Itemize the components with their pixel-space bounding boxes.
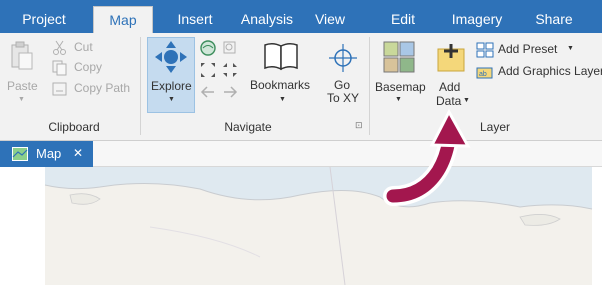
next-extent-button[interactable] [221,83,239,101]
dialog-launcher-icon[interactable]: ⊡ [355,120,363,131]
chevron-down-icon: ▼ [279,96,286,103]
bookmarks-button[interactable]: Bookmarks ▼ [246,39,316,111]
add-data-label-line1: Add [439,80,461,94]
go-to-xy-button[interactable]: Go To XY [320,39,366,111]
tab-project[interactable]: Project [13,6,75,33]
bookmarks-label: Bookmarks [250,78,311,92]
ribbon-tab-bar: Project Map Insert Analysis View Edit Im… [0,0,602,33]
ribbon-panel: Paste ▼ Cut Copy Copy Path Clipboard Exp… [0,33,602,141]
paste-button[interactable]: Paste ▼ [4,39,42,111]
arrow-right-icon [224,86,238,98]
close-icon[interactable]: ✕ [73,146,83,160]
zoom-to-layer-icon [223,41,236,54]
chevron-down-icon: ▼ [463,97,470,104]
navigate-group-label: Navigate [224,120,272,134]
zoom-out-arrows-icon [223,63,237,77]
chevron-down-icon: ▼ [168,96,175,103]
copy-label: Copy [74,60,103,74]
copy-path-button[interactable]: Copy Path [50,80,130,98]
basemap-icon [383,41,415,73]
basemap-button[interactable]: Basemap ▼ [372,39,426,111]
map-view-tab-label: Map [36,146,62,161]
paste-label: Paste [7,79,38,93]
tab-view[interactable]: View [307,6,353,33]
tab-insert[interactable]: Insert [165,6,225,33]
full-extent-button[interactable] [199,39,217,57]
crosshair-icon [329,44,357,72]
zoom-in-arrows-icon [201,63,215,77]
go-to-xy-label-line2: To XY [327,91,360,105]
tab-edit[interactable]: Edit [383,6,423,33]
add-data-button[interactable]: Add Data ▼ [430,39,472,115]
explore-button[interactable]: Explore ▼ [147,37,195,113]
add-preset-button[interactable]: Add Preset ▼ [476,41,586,59]
add-preset-icon [476,42,494,58]
add-data-label-line2: Data [436,94,462,108]
group-divider [369,37,370,135]
go-to-xy-label-line1: Go [334,78,351,92]
chevron-down-icon: ▼ [567,45,574,52]
chevron-down-icon: ▼ [18,96,25,103]
group-divider [140,37,141,135]
add-graphics-layer-button[interactable]: ab Add Graphics Layer [476,63,602,81]
copy-path-label: Copy Path [74,81,131,95]
globe-icon [200,40,216,56]
copy-button[interactable]: Copy [50,59,120,77]
scissors-icon [53,40,66,55]
chevron-down-icon: ▼ [395,96,402,103]
copy-icon [52,60,67,76]
explore-label: Explore [151,79,192,93]
map-view-tab[interactable]: Map ✕ [0,141,93,167]
svg-text:ab: ab [479,71,487,78]
tab-map[interactable]: Map [93,6,153,33]
tab-share[interactable]: Share [526,6,582,33]
add-data-icon [437,44,465,72]
map-view[interactable] [0,167,602,285]
tab-analysis[interactable]: Analysis [232,6,302,33]
basemap-label: Basemap [375,80,426,94]
copy-path-icon [52,82,67,96]
add-graphics-layer-label: Add Graphics Layer [498,64,602,78]
add-preset-label: Add Preset [498,42,558,56]
zoom-out-fixed-button[interactable] [221,61,239,79]
tab-imagery[interactable]: Imagery [444,6,510,33]
cut-button[interactable]: Cut [50,39,120,57]
fixed-zoom-button[interactable] [221,39,239,57]
bookmarks-icon [264,42,298,71]
clipboard-group-label: Clipboard [48,120,100,134]
cut-label: Cut [74,40,93,54]
arrow-left-icon [200,86,214,98]
layer-group-label: Layer [479,120,511,134]
zoom-in-fixed-button[interactable] [199,61,217,79]
map-icon [12,147,28,161]
previous-extent-button[interactable] [199,83,217,101]
map-canvas [0,167,602,285]
graphics-layer-icon: ab [476,67,493,79]
view-tab-strip: Map ✕ [0,141,602,167]
paste-icon [11,41,33,70]
explore-icon [155,41,187,73]
